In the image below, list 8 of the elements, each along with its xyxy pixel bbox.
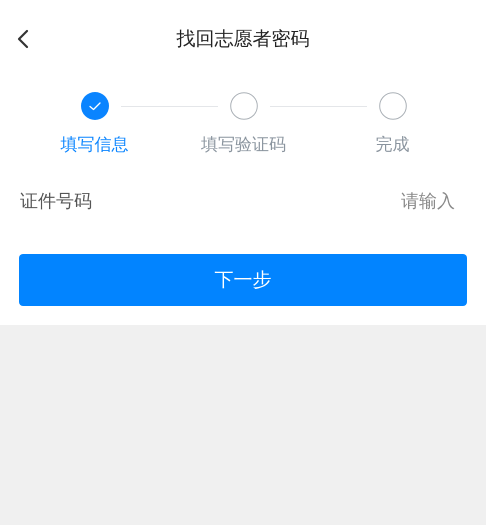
next-step-button[interactable]: 下一步 [19, 254, 467, 306]
step-label: 填写信息 [60, 134, 128, 156]
step-label: 填写验证码 [201, 134, 286, 156]
field-label: 证件号码 [20, 190, 92, 213]
id-number-input-field[interactable]: 请输入 [305, 190, 455, 212]
step-label: 完成 [376, 134, 410, 156]
back-icon[interactable] [17, 29, 29, 49]
page-title: 找回志愿者密码 [176, 27, 310, 52]
